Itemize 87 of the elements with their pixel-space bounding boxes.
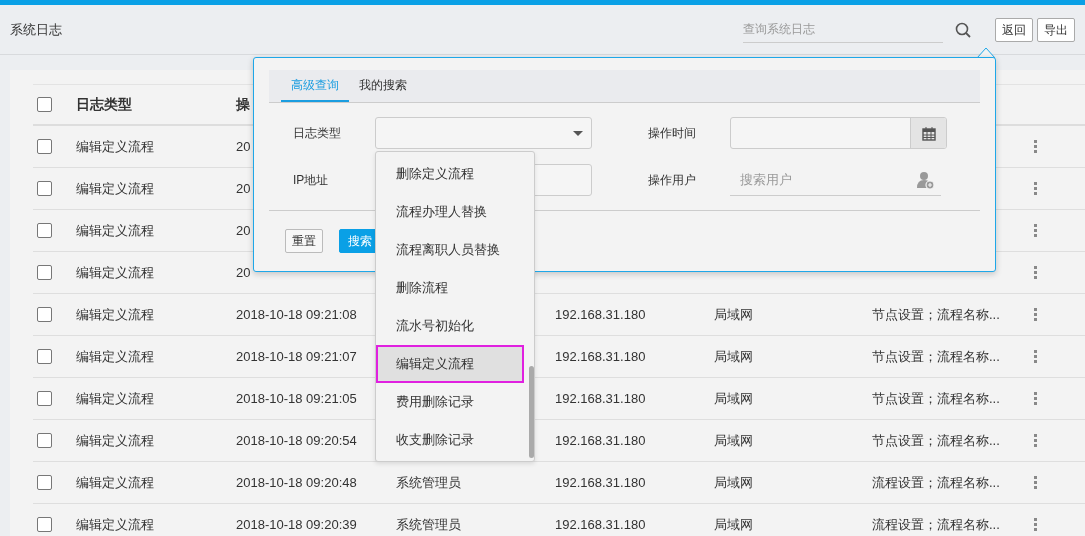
more-icon[interactable] bbox=[1033, 140, 1037, 153]
toolbar-button[interactable]: 导出 bbox=[1037, 17, 1075, 42]
table-cell: 节点设置；流程名称... bbox=[872, 306, 1000, 322]
row-checkbox[interactable] bbox=[37, 307, 52, 322]
row-checkbox[interactable] bbox=[37, 517, 52, 532]
field-label: 操作时间 bbox=[647, 125, 697, 142]
more-icon[interactable] bbox=[1033, 518, 1037, 531]
dropdown-item[interactable]: 编辑定义流程 bbox=[376, 345, 524, 383]
table-cell: 编辑定义流程 bbox=[76, 180, 154, 196]
date-field[interactable] bbox=[730, 117, 947, 149]
table-cell: 2018-10-18 09:21:07 bbox=[236, 348, 357, 364]
table-cell: 系统管理员 bbox=[396, 516, 461, 532]
page-title: 系统日志 bbox=[10, 20, 62, 39]
table-cell: 192.168.31.180 bbox=[555, 474, 646, 490]
field-label: 日志类型 bbox=[292, 125, 342, 142]
table-cell: 局域网 bbox=[714, 516, 753, 532]
table-cell: 编辑定义流程 bbox=[76, 306, 154, 322]
table-cell: 192.168.31.180 bbox=[555, 348, 646, 364]
dropdown-item[interactable]: 删除流程 bbox=[376, 269, 524, 307]
table-cell: 20 bbox=[236, 264, 251, 280]
search-icon[interactable] bbox=[955, 21, 971, 38]
row-checkbox[interactable] bbox=[37, 391, 52, 406]
table-cell: 192.168.31.180 bbox=[555, 432, 646, 448]
column-header: 日志类型 bbox=[76, 96, 132, 112]
dropdown-item[interactable]: 费用删除记录 bbox=[376, 383, 524, 421]
more-icon[interactable] bbox=[1033, 224, 1037, 237]
table-cell: 编辑定义流程 bbox=[76, 348, 154, 364]
table-cell: 2018-10-18 09:20:39 bbox=[236, 516, 357, 532]
table-cell: 编辑定义流程 bbox=[76, 432, 154, 448]
table-cell: 局域网 bbox=[714, 390, 753, 406]
tab[interactable]: 我的搜索 bbox=[349, 69, 417, 102]
more-icon[interactable] bbox=[1033, 350, 1037, 363]
field-label: 操作用户 bbox=[647, 172, 697, 189]
table-cell: 192.168.31.180 bbox=[555, 516, 646, 532]
scrollbar-thumb[interactable] bbox=[529, 366, 534, 458]
more-icon[interactable] bbox=[1033, 434, 1037, 447]
calendar-icon[interactable] bbox=[921, 125, 936, 141]
caret-icon bbox=[573, 130, 583, 136]
table-cell: 编辑定义流程 bbox=[76, 222, 154, 238]
table-cell: 2018-10-18 09:20:54 bbox=[236, 432, 357, 448]
more-icon[interactable] bbox=[1033, 392, 1037, 405]
dropdown-item[interactable]: 删除定义流程 bbox=[376, 155, 524, 193]
search-field[interactable]: 查询系统日志 bbox=[743, 16, 943, 43]
table-cell: 节点设置；流程名称... bbox=[872, 432, 1000, 448]
table-cell: 20 bbox=[236, 222, 251, 238]
table-cell: 20 bbox=[236, 138, 251, 154]
more-icon[interactable] bbox=[1033, 182, 1037, 195]
select-all-checkbox[interactable] bbox=[37, 97, 52, 112]
table-cell: 编辑定义流程 bbox=[76, 264, 154, 280]
table-cell: 2018-10-18 09:21:08 bbox=[236, 306, 357, 322]
user-add-icon[interactable] bbox=[917, 171, 935, 189]
table-cell: 编辑定义流程 bbox=[76, 138, 154, 154]
select-field[interactable] bbox=[375, 117, 592, 149]
toolbar-button[interactable]: 返回 bbox=[995, 17, 1033, 42]
row-checkbox[interactable] bbox=[37, 349, 52, 364]
row-checkbox[interactable] bbox=[37, 433, 52, 448]
table-cell: 流程设置；流程名称... bbox=[872, 516, 1000, 532]
field-label: IP地址 bbox=[292, 172, 330, 189]
table-cell: 节点设置；流程名称... bbox=[872, 348, 1000, 364]
more-icon[interactable] bbox=[1033, 308, 1037, 321]
row-checkbox[interactable] bbox=[37, 475, 52, 490]
row-checkbox[interactable] bbox=[37, 223, 52, 238]
table-cell: 编辑定义流程 bbox=[76, 390, 154, 406]
table-cell: 192.168.31.180 bbox=[555, 390, 646, 406]
table-cell: 20 bbox=[236, 180, 251, 196]
row-checkbox[interactable] bbox=[37, 265, 52, 280]
table-cell: 系统管理员 bbox=[396, 474, 461, 490]
table-cell: 局域网 bbox=[714, 474, 753, 490]
dropdown-item[interactable]: 流水号初始化 bbox=[376, 307, 524, 345]
table-cell: 2018-10-18 09:21:05 bbox=[236, 390, 357, 406]
more-icon[interactable] bbox=[1033, 266, 1037, 279]
table-cell: 局域网 bbox=[714, 306, 753, 322]
table-cell: 流程设置；流程名称... bbox=[872, 474, 1000, 490]
row-checkbox[interactable] bbox=[37, 139, 52, 154]
table-cell: 节点设置；流程名称... bbox=[872, 390, 1000, 406]
table-cell: 局域网 bbox=[714, 348, 753, 364]
column-header: 操 bbox=[236, 96, 250, 112]
table-cell: 局域网 bbox=[714, 432, 753, 448]
reset-button[interactable]: 重置 bbox=[285, 229, 323, 253]
table-cell: 编辑定义流程 bbox=[76, 474, 154, 490]
dropdown-item[interactable]: 流程办理人替换 bbox=[376, 193, 524, 231]
row-checkbox[interactable] bbox=[37, 181, 52, 196]
table-cell: 2018-10-18 09:20:48 bbox=[236, 474, 357, 490]
dropdown-item[interactable]: 收支删除记录 bbox=[376, 421, 524, 459]
more-icon[interactable] bbox=[1033, 476, 1037, 489]
table-cell: 编辑定义流程 bbox=[76, 516, 154, 532]
table-cell: 192.168.31.180 bbox=[555, 306, 646, 322]
